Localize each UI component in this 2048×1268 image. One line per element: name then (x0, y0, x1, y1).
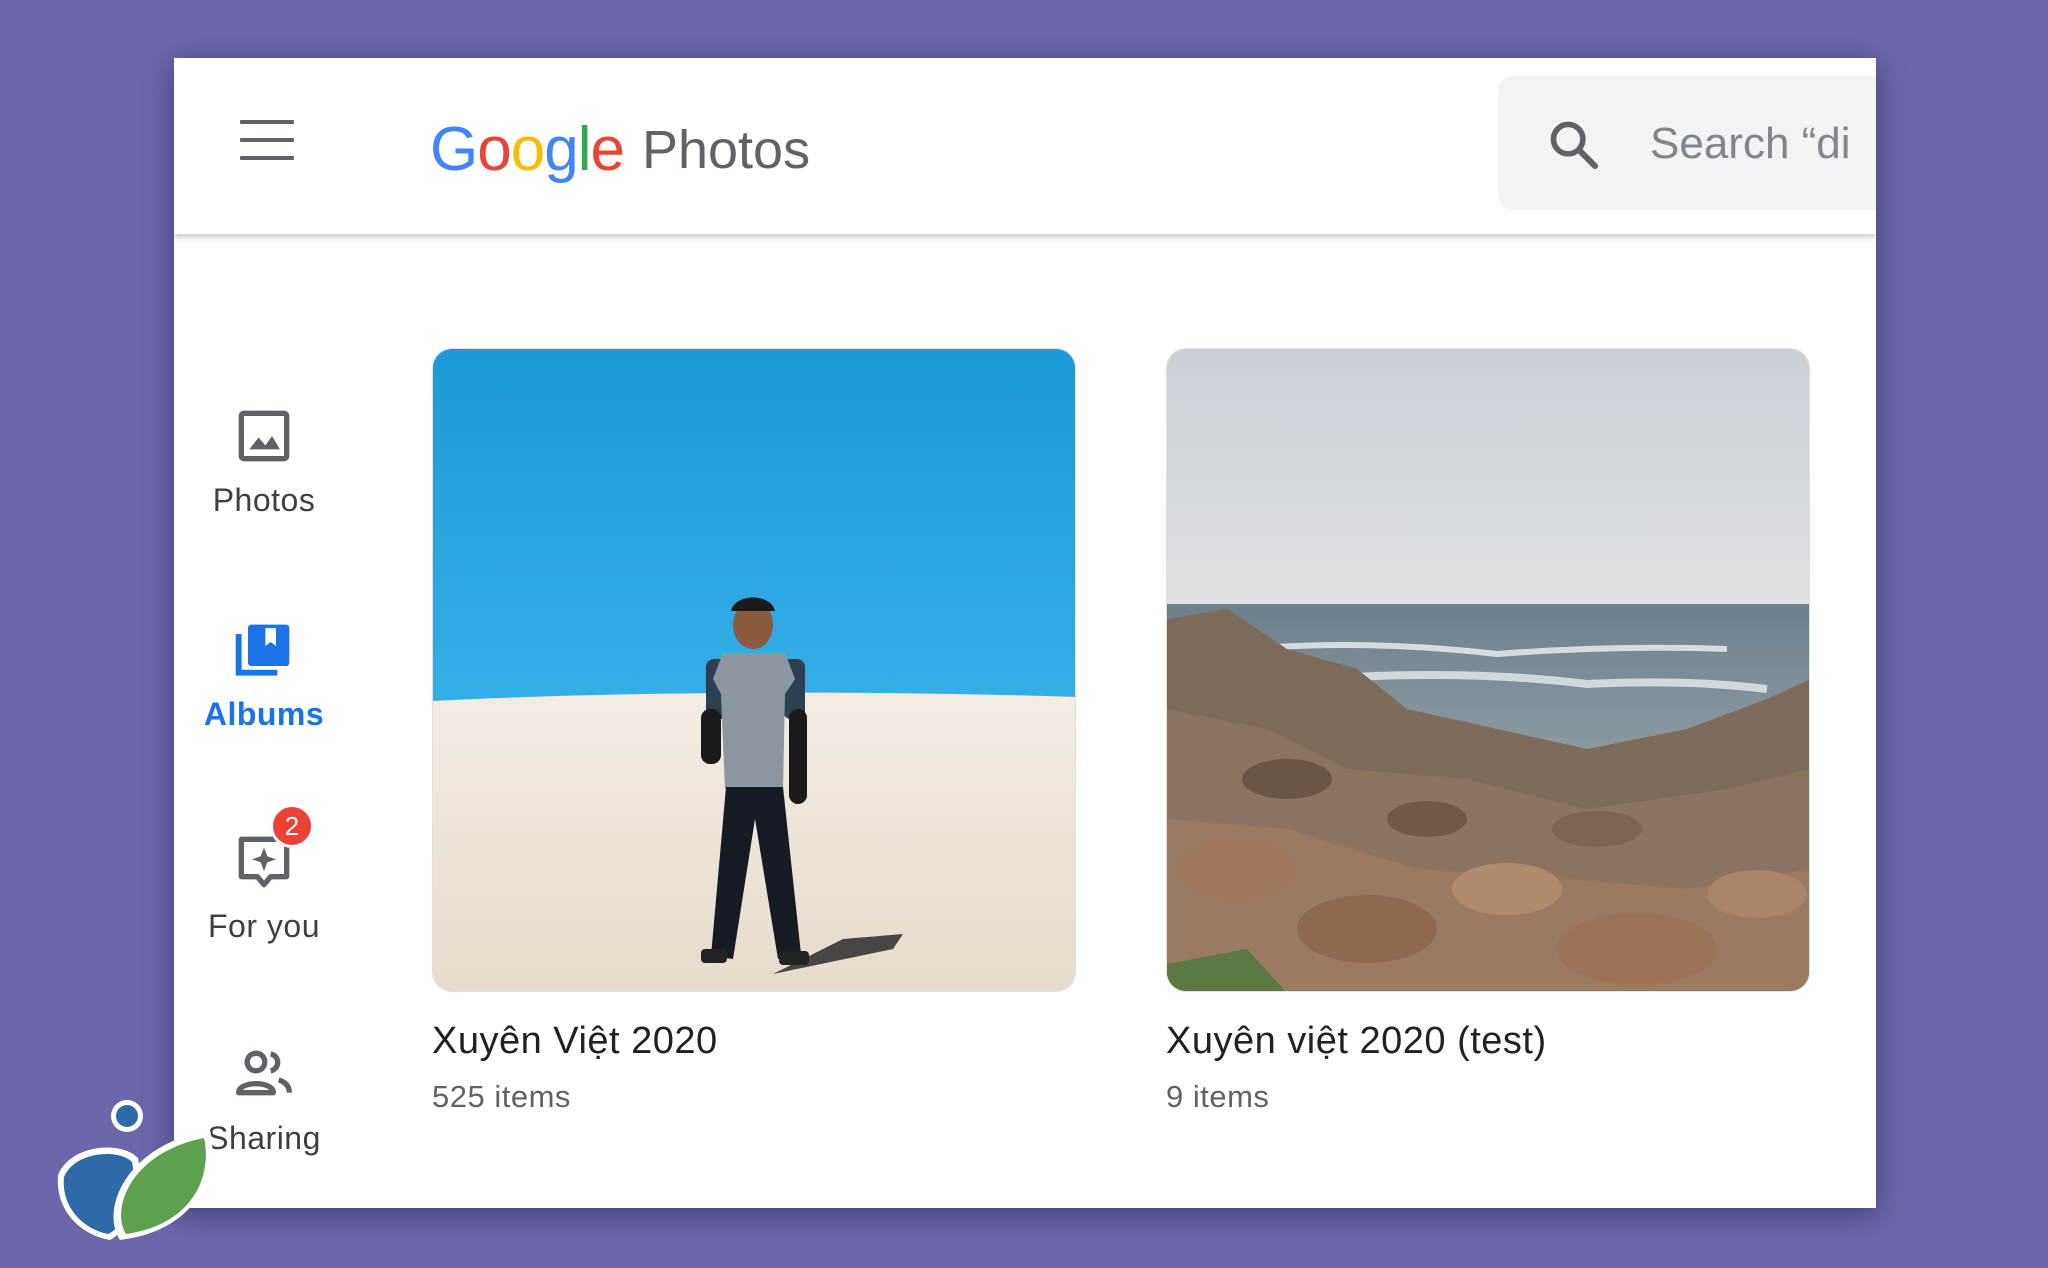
photo-icon (232, 404, 296, 468)
side-navigation: Photos Albums 2 For you Sharing (174, 234, 354, 1208)
google-photos-logo[interactable]: Google Photos (430, 114, 810, 185)
brand-watermark-logo (57, 1100, 213, 1240)
sidebar-item-photos[interactable]: Photos (174, 404, 354, 519)
notification-badge: 2 (270, 804, 314, 848)
album-card[interactable]: Xuyên Việt 2020 525 items (432, 348, 1076, 1115)
sidebar-item-for-you[interactable]: 2 For you (174, 804, 354, 945)
sidebar-item-label: For you (208, 908, 320, 944)
google-photos-window: Google Photos Photos (174, 58, 1876, 1208)
search-icon[interactable] (1546, 117, 1602, 173)
album-card[interactable]: Xuyên việt 2020 (test) 9 items (1166, 348, 1810, 1115)
google-wordmark: Google (430, 115, 625, 184)
for-you-sparkle-icon: 2 (232, 804, 314, 894)
album-cover-image[interactable] (1166, 348, 1810, 992)
sidebar-item-albums[interactable]: Albums (174, 618, 354, 733)
hamburger-menu-icon[interactable] (240, 120, 294, 160)
sidebar-item-label: Albums (203, 696, 325, 732)
people-icon (232, 1042, 296, 1106)
album-item-count: 525 items (432, 1079, 571, 1114)
top-app-bar: Google Photos (174, 58, 1876, 234)
product-name: Photos (641, 119, 811, 180)
sidebar-item-label: Photos (212, 482, 316, 518)
search-input[interactable] (1650, 116, 1876, 172)
search-box[interactable] (1498, 76, 1876, 210)
album-cover-image[interactable] (432, 348, 1076, 992)
album-item-count: 9 items (1166, 1079, 1270, 1114)
album-title: Xuyên việt 2020 (test) (1166, 1020, 1547, 1062)
sidebar-item-label: Sharing (207, 1120, 321, 1156)
albums-icon (232, 618, 296, 682)
album-title: Xuyên Việt 2020 (432, 1020, 718, 1062)
